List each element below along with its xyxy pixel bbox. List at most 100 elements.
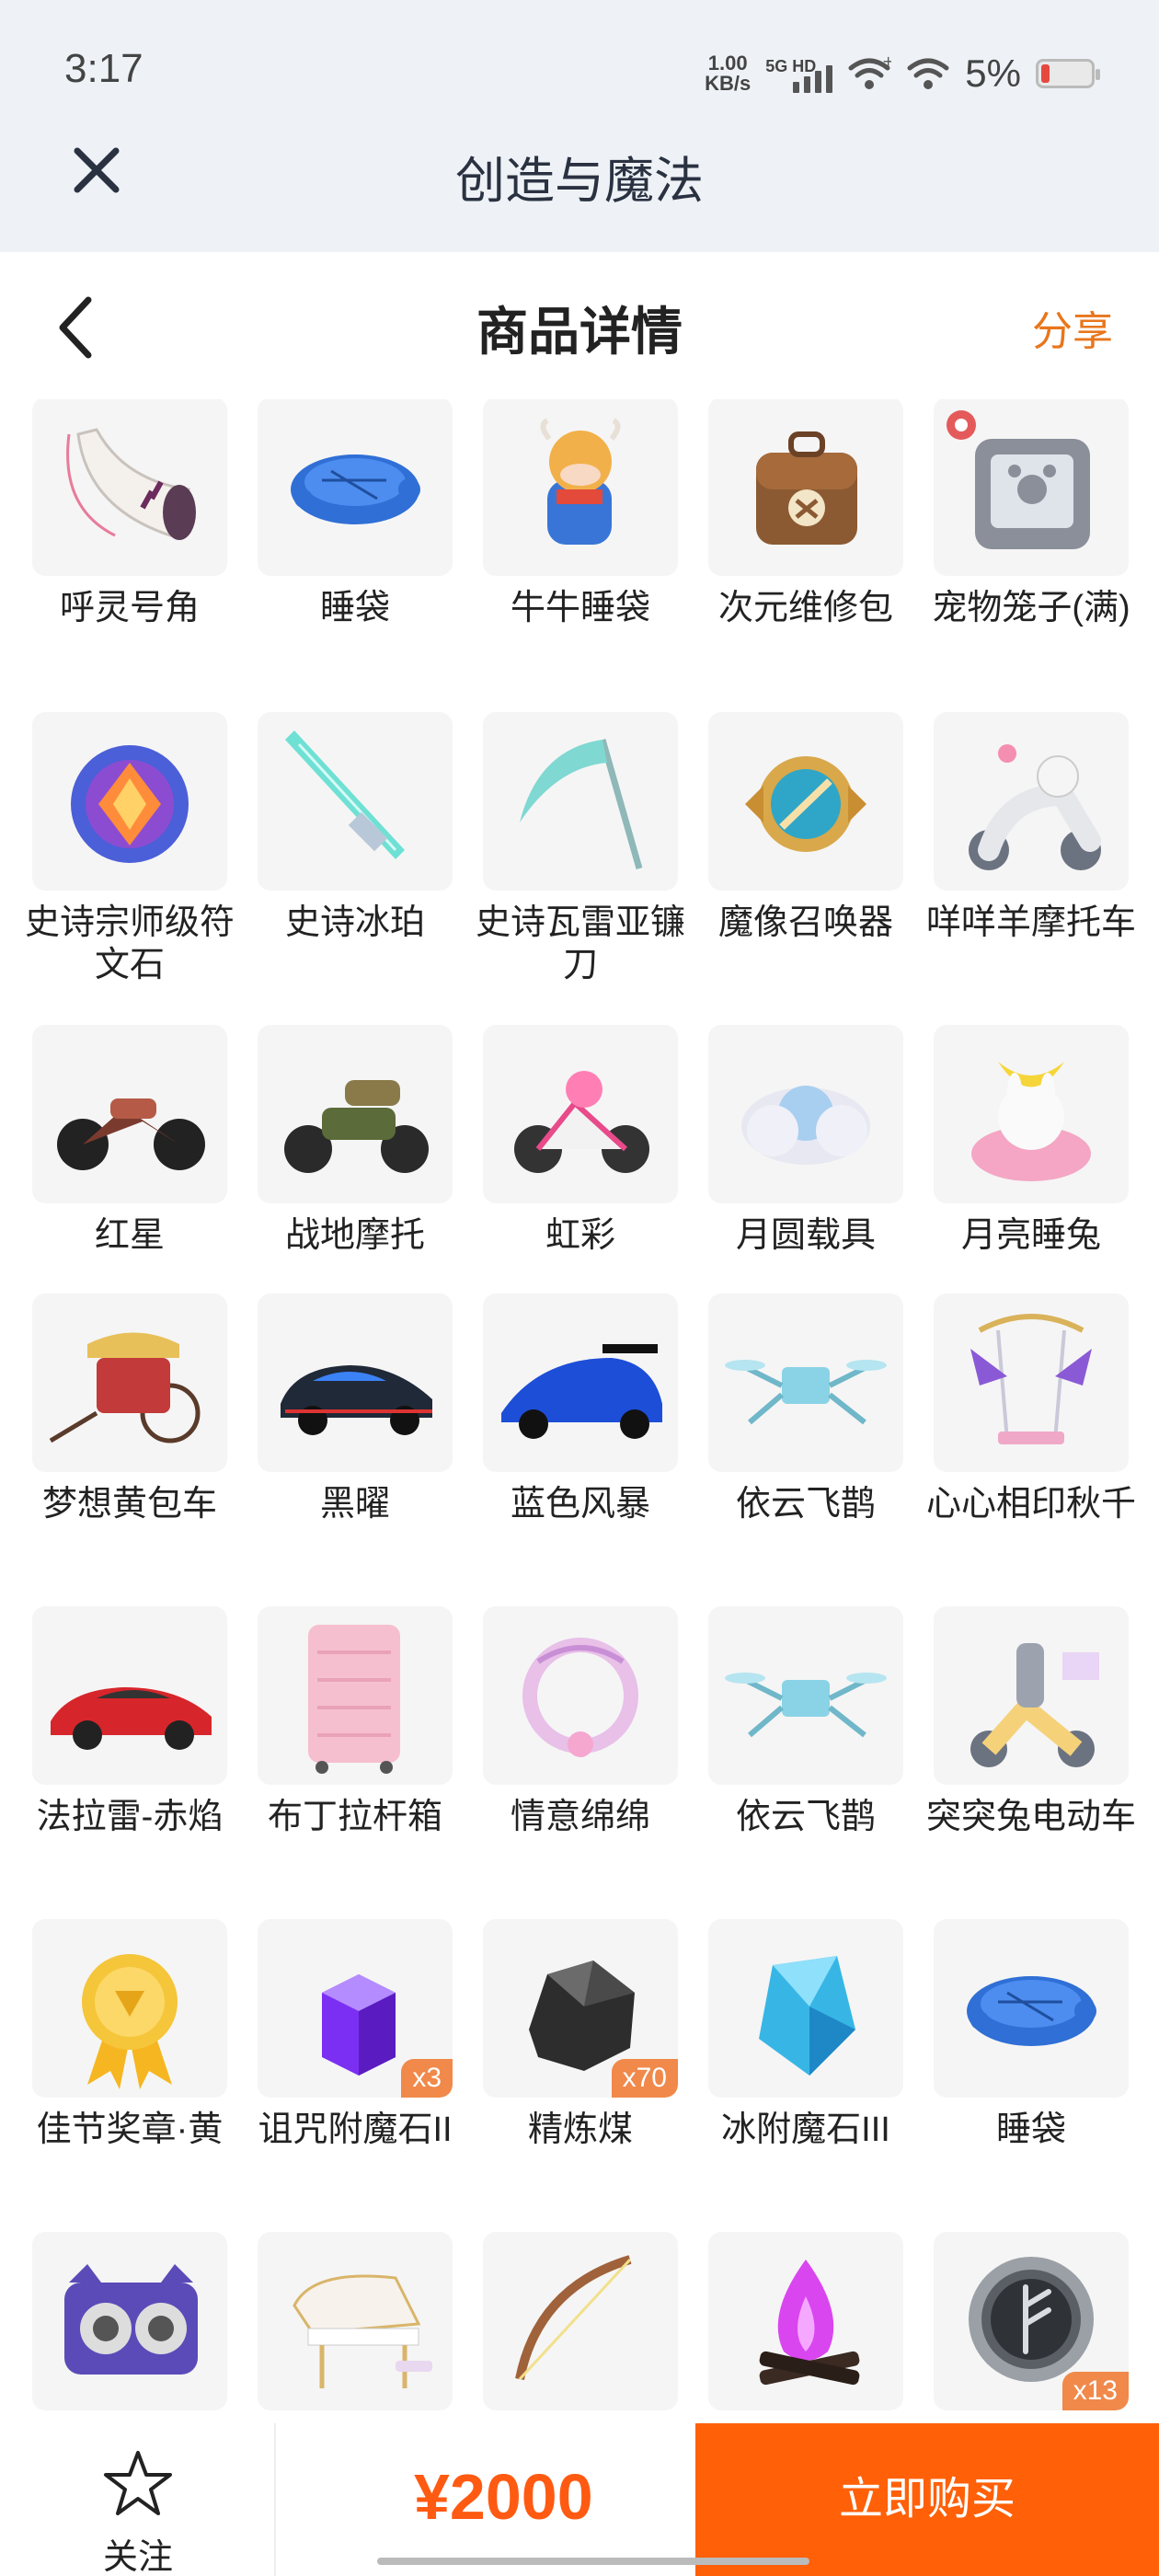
item-name: 精炼煤 (527, 2110, 633, 2149)
item-name: 次元维修包 (717, 589, 893, 627)
bottom-bar: 关注 ¥2000 立即购买 (0, 2423, 1159, 2576)
item-name: 布丁拉杆箱 (267, 1798, 442, 1836)
item-thumbnail (32, 712, 227, 891)
item-thumbnail (32, 399, 227, 576)
sleeping-bag-turtle-icon (967, 1976, 1096, 2046)
item-thumbnail (708, 399, 903, 576)
swing-icon (970, 1314, 1092, 1444)
quantity-badge: x3 (401, 2059, 453, 2098)
network-speed: 1.00 KB/s (705, 52, 752, 95)
item-thumbnail (708, 1025, 903, 1203)
item-name: 牛牛睡袋 (510, 589, 650, 627)
item-name: 战地摩托 (284, 1216, 425, 1255)
item-name: 虹彩 (545, 1216, 615, 1255)
military-motorcycle-icon (284, 1080, 429, 1173)
moon-cloud-icon (741, 1086, 870, 1165)
item-name: 梦想黄包车 (41, 1485, 217, 1524)
sheep-scooter-icon (969, 744, 1101, 870)
share-button[interactable]: 分享 (1032, 298, 1113, 357)
status-time: 3:17 (64, 46, 143, 91)
item-thumbnail (258, 1294, 453, 1472)
pet-cage-icon (947, 410, 1090, 549)
buy-now-button[interactable]: 立即购买 (695, 2423, 1159, 2576)
item-name: 蓝色风暴 (510, 1485, 650, 1524)
item-name: 咩咩羊摩托车 (925, 903, 1136, 942)
item-name: 突突兔电动车 (925, 1798, 1136, 1836)
item-name: 睡袋 (995, 2110, 1066, 2149)
item-thumbnail (32, 1294, 227, 1472)
battery-percent: 5% (965, 52, 1021, 95)
item-thumbnail (483, 2232, 678, 2410)
item-thumbnail (32, 1025, 227, 1203)
item-thumbnail (934, 1919, 1129, 2098)
item-name: 宠物笼子(满) (932, 589, 1130, 627)
item-name: 魔像召唤器 (717, 903, 893, 942)
item-thumbnail (708, 712, 903, 891)
item-thumbnail (934, 1294, 1129, 1472)
follow-label: 关注 (102, 2538, 173, 2576)
wreath-icon (522, 1638, 638, 1757)
item-thumbnail (934, 1025, 1129, 1203)
cell-signal-icon: 5G HD (765, 54, 833, 93)
item-name: 情意绵绵 (510, 1798, 650, 1836)
item-thumbnail (934, 712, 1129, 891)
app-title: 创造与魔法 (455, 154, 704, 209)
drone-icon (725, 1673, 887, 1738)
item-name: 诅咒附魔石II (258, 2110, 453, 2149)
item-thumbnail: x13 (934, 2232, 1129, 2410)
page-header: 商品详情 分享 (0, 252, 1159, 399)
moon-rabbit-icon (971, 1062, 1091, 1181)
item-thumbnail (708, 2232, 903, 2410)
item-name: 法拉雷-赤焰 (36, 1798, 224, 1836)
item-name: 呼灵号角 (59, 589, 200, 627)
item-thumbnail (708, 1919, 903, 2098)
price: ¥2000 (414, 2461, 593, 2533)
battery-icon (1036, 59, 1100, 88)
item-thumbnail: x3 (258, 1919, 453, 2098)
wifi-icon (907, 58, 949, 89)
item-name: 心心相印秋千 (925, 1485, 1136, 1524)
item-name: 史诗冰珀 (284, 903, 425, 942)
page-title: 商品详情 (476, 303, 683, 361)
item-thumbnail (483, 399, 678, 576)
item-name: 月亮睡兔 (960, 1216, 1101, 1255)
scythe-icon (520, 739, 643, 869)
item-thumbnail (32, 1919, 227, 2098)
item-thumbnail (483, 1025, 678, 1203)
speaker-icon (64, 2264, 198, 2375)
rickshaw-icon (49, 1332, 201, 1443)
star-icon (104, 2451, 172, 2515)
sleeping-bag-turtle-icon (291, 454, 420, 524)
ice-sword-icon (285, 730, 405, 859)
item-thumbnail (32, 2232, 227, 2410)
follow-button[interactable]: 关注 (64, 2447, 212, 2576)
item-name: 红星 (94, 1216, 165, 1255)
item-name: 黑曜 (319, 1485, 390, 1524)
item-thumbnail (934, 399, 1129, 576)
item-grid: 呼灵号角 睡袋 牛牛睡袋 次元维修包 宠物笼子(满) 史诗宗师级符文石 史诗冰珀 史诗瓦雷亚镰… (0, 399, 1159, 2423)
rune-stone-icon (71, 745, 189, 863)
cow-sleeping-bag-icon (540, 418, 621, 545)
item-name: 史诗宗师级符文石 (24, 903, 235, 984)
item-thumbnail (258, 712, 453, 891)
golem-summoner-icon (745, 756, 866, 852)
wifi-plus-icon: + (848, 55, 891, 89)
item-thumbnail (483, 712, 678, 891)
drone-icon (725, 1360, 887, 1425)
home-indicator (377, 2558, 809, 2565)
repair-bag-icon (756, 431, 857, 545)
quantity-badge: x70 (611, 2059, 678, 2098)
app-bar: 创造与魔法 (0, 101, 1159, 252)
item-thumbnail: x70 (483, 1919, 678, 2098)
race-car-icon (501, 1344, 662, 1439)
item-thumbnail (258, 2232, 453, 2410)
red-sports-car-icon (51, 1687, 212, 1750)
svg-text:+: + (882, 55, 891, 70)
item-thumbnail (483, 1294, 678, 1472)
suitcase-icon (308, 1625, 400, 1774)
item-thumbnail (708, 1294, 903, 1472)
bow-icon (515, 2255, 632, 2381)
campfire-icon (759, 2260, 860, 2386)
item-name: 依云飞鹊 (735, 1798, 876, 1836)
item-name: 睡袋 (319, 589, 390, 627)
